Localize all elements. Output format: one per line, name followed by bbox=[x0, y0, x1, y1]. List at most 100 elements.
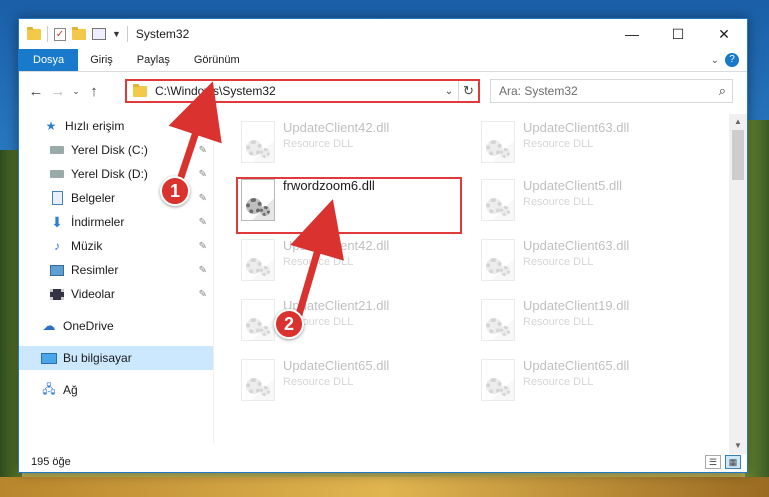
tab-file[interactable]: Dosya bbox=[19, 49, 79, 71]
up-arrow-icon[interactable]: ↑ bbox=[83, 83, 105, 100]
address-path[interactable]: C:\Windows\System32 bbox=[155, 84, 276, 98]
sidebar-item-label: Belgeler bbox=[71, 191, 116, 205]
videos-icon bbox=[49, 287, 65, 301]
pin-icon[interactable]: ✎ bbox=[199, 265, 207, 276]
properties-check-icon[interactable]: ✓ bbox=[54, 27, 66, 41]
search-input[interactable]: Ara: System32 bbox=[499, 84, 578, 98]
sidebar-item-label: Ağ bbox=[63, 383, 78, 397]
file-tile[interactable]: UpdateClient65.dll Resource DLL bbox=[481, 356, 706, 406]
sidebar-item-downloads[interactable]: ⬇ İndirmeler ✎ bbox=[19, 210, 213, 234]
dll-file-icon bbox=[241, 299, 275, 341]
vertical-scrollbar[interactable]: ▲ ▼ bbox=[729, 114, 747, 454]
recent-locations-dropdown-icon[interactable]: ⌄ bbox=[69, 86, 83, 97]
quick-access-toolbar: ✓ ▼ bbox=[19, 26, 128, 42]
dll-file-icon bbox=[481, 179, 515, 221]
ribbon-tabs: Dosya Giriş Paylaş Görünüm ⌄ ? bbox=[19, 49, 747, 72]
sidebar-item-label: İndirmeler bbox=[71, 215, 125, 229]
window-title: System32 bbox=[135, 27, 190, 41]
search-icon[interactable]: ⌕ bbox=[719, 83, 726, 99]
file-name: UpdateClient65.dll bbox=[523, 358, 630, 373]
file-type: Resource DLL bbox=[283, 376, 354, 388]
minimize-button[interactable]: — bbox=[609, 19, 655, 49]
sidebar-item-label: Yerel Disk (C:) bbox=[71, 143, 148, 157]
sidebar-item-local-disk-c[interactable]: Yerel Disk (C:) ✎ bbox=[19, 138, 213, 162]
customize-toolbar-dropdown-icon[interactable]: ▼ bbox=[112, 29, 121, 39]
sidebar-item-label: OneDrive bbox=[63, 319, 114, 333]
file-tile[interactable]: UpdateClient63.dll Resource DLL bbox=[481, 236, 706, 286]
sidebar-item-onedrive[interactable]: ☁ OneDrive bbox=[19, 314, 213, 338]
navigation-bar: ← → ⌄ ↑ C:\Windows\System32 ⌄ ↻ Ara: Sys… bbox=[19, 76, 747, 106]
file-type: Resource DLL bbox=[283, 138, 354, 150]
music-icon: ♪ bbox=[54, 239, 60, 253]
file-type: Resource DLL bbox=[283, 256, 354, 268]
new-folder-icon[interactable] bbox=[72, 26, 86, 40]
view-toggle: ☰ ▦ bbox=[705, 455, 741, 469]
toolbar-separator bbox=[126, 26, 128, 42]
cloud-icon: ☁ bbox=[42, 318, 56, 333]
scroll-up-icon[interactable]: ▲ bbox=[729, 114, 747, 130]
pin-icon[interactable]: ✎ bbox=[199, 217, 207, 228]
search-box[interactable]: Ara: System32 ⌕ bbox=[490, 79, 733, 103]
pictures-icon bbox=[49, 263, 65, 277]
file-tile[interactable]: UpdateClient42.dll Resource DLL bbox=[241, 236, 466, 286]
file-tile[interactable]: UpdateClient19.dll Resource DLL bbox=[481, 296, 706, 346]
download-icon: ⬇ bbox=[51, 213, 63, 230]
file-tile[interactable]: UpdateClient65.dll Resource DLL bbox=[241, 356, 466, 406]
file-tile[interactable]: UpdateClient42.dll Resource DLL bbox=[241, 118, 466, 168]
close-button[interactable]: ✕ bbox=[701, 19, 747, 49]
dll-file-icon bbox=[481, 239, 515, 281]
sidebar-item-quick-access[interactable]: ★ Hızlı erişim bbox=[19, 114, 213, 138]
pin-icon[interactable]: ✎ bbox=[199, 241, 207, 252]
pin-icon[interactable]: ✎ bbox=[199, 289, 207, 300]
navigation-pane: ★ Hızlı erişim Yerel Disk (C:) ✎ Yerel D… bbox=[19, 114, 214, 444]
file-name: UpdateClient63.dll bbox=[523, 120, 630, 135]
window-controls: — ☐ ✕ bbox=[609, 19, 747, 49]
file-name: UpdateClient5.dll bbox=[523, 178, 623, 193]
view-options-icon[interactable] bbox=[92, 28, 106, 40]
dll-file-icon bbox=[481, 121, 515, 163]
maximize-button[interactable]: ☐ bbox=[655, 19, 701, 49]
sidebar-item-label: Resimler bbox=[71, 263, 119, 277]
sidebar-item-pictures[interactable]: Resimler ✎ bbox=[19, 258, 213, 282]
details-view-icon[interactable]: ☰ bbox=[705, 455, 721, 469]
pin-icon[interactable]: ✎ bbox=[199, 145, 207, 156]
tab-home[interactable]: Giriş bbox=[78, 49, 125, 71]
address-dropdown-icon[interactable]: ⌄ bbox=[440, 86, 458, 97]
desktop-wallpaper-right bbox=[745, 120, 769, 497]
drive-icon bbox=[49, 143, 65, 157]
tab-view[interactable]: Görünüm bbox=[182, 49, 252, 71]
refresh-icon[interactable]: ↻ bbox=[458, 81, 478, 101]
help-icon[interactable]: ? bbox=[725, 53, 739, 67]
file-type: Resource DLL bbox=[523, 256, 594, 268]
sidebar-item-music[interactable]: ♪ Müzik ✎ bbox=[19, 234, 213, 258]
file-name: UpdateClient42.dll bbox=[283, 120, 390, 135]
item-count: 195 öğe bbox=[31, 456, 71, 468]
address-folder-icon bbox=[133, 83, 147, 97]
sidebar-item-label: Hızlı erişim bbox=[65, 119, 125, 133]
pin-icon[interactable]: ✎ bbox=[199, 169, 207, 180]
folder-icon bbox=[27, 26, 41, 40]
tab-share[interactable]: Paylaş bbox=[125, 49, 182, 71]
file-explorer-window: ✓ ▼ System32 — ☐ ✕ Dosya Giriş Paylaş Gö… bbox=[18, 18, 748, 473]
sidebar-item-label: Müzik bbox=[71, 239, 103, 253]
pin-icon[interactable]: ✎ bbox=[199, 193, 207, 204]
sidebar-item-this-pc[interactable]: Bu bilgisayar bbox=[19, 346, 213, 370]
step-2-callout: 2 bbox=[274, 309, 304, 339]
sidebar-item-videos[interactable]: Videolar ✎ bbox=[19, 282, 213, 306]
scroll-thumb[interactable] bbox=[732, 130, 744, 180]
sidebar-item-network[interactable]: 🖧 Ağ bbox=[19, 378, 213, 402]
file-tile[interactable]: UpdateClient63.dll Resource DLL bbox=[481, 118, 706, 168]
expand-ribbon-chevron-icon[interactable]: ⌄ bbox=[711, 55, 719, 66]
file-name: UpdateClient42.dll bbox=[283, 238, 390, 253]
network-icon: 🖧 bbox=[42, 381, 56, 396]
file-type: Resource DLL bbox=[523, 376, 594, 388]
forward-arrow-icon[interactable]: → bbox=[47, 83, 69, 100]
file-name: UpdateClient21.dll bbox=[283, 298, 390, 313]
desktop-wallpaper-bottom bbox=[0, 477, 769, 497]
highlight-box-file bbox=[236, 177, 462, 234]
back-arrow-icon[interactable]: ← bbox=[25, 83, 47, 100]
address-bar[interactable]: C:\Windows\System32 ⌄ ↻ bbox=[125, 79, 480, 103]
step-1-callout: 1 bbox=[160, 176, 190, 206]
file-tile[interactable]: UpdateClient5.dll Resource DLL bbox=[481, 176, 706, 226]
tiles-view-icon[interactable]: ▦ bbox=[725, 455, 741, 469]
